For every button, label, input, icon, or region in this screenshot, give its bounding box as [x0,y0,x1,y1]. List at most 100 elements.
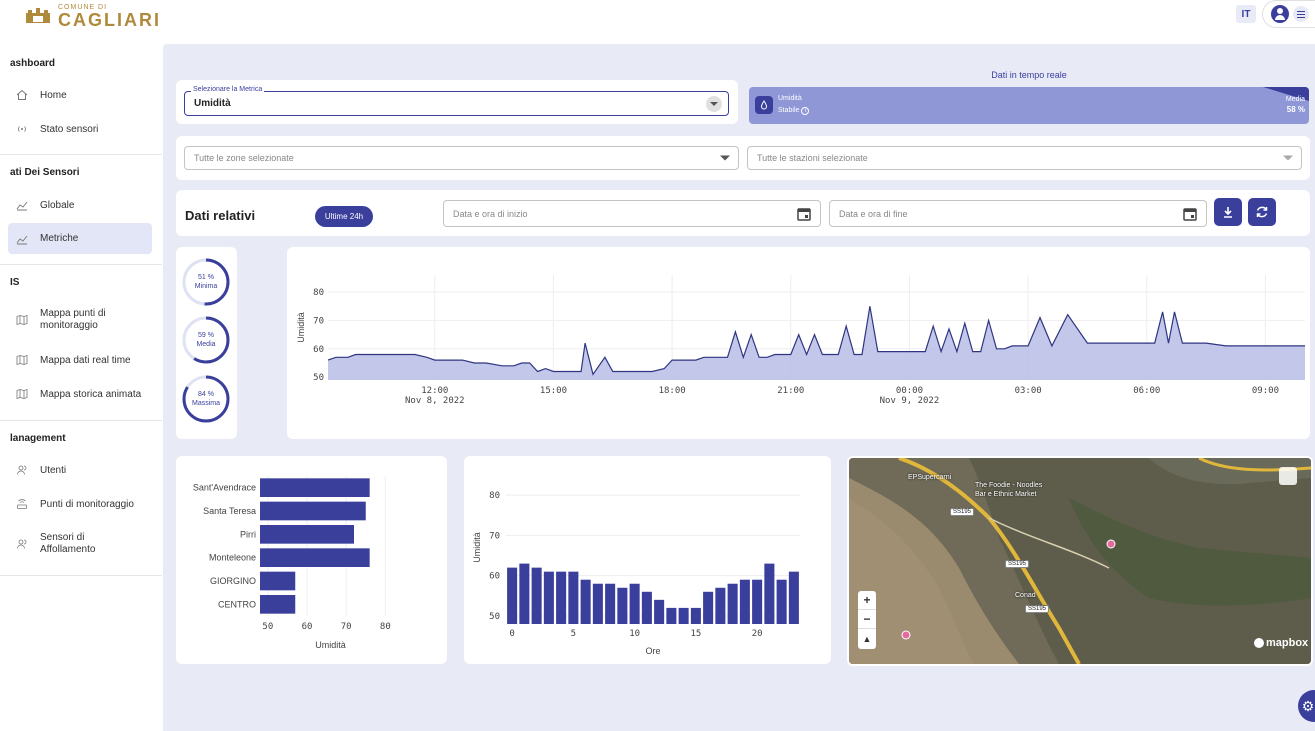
bar [764,563,775,624]
end-date-placeholder: Data e ora di fine [839,208,908,219]
zones-select-placeholder: Tutte le zone selezionate [194,153,294,163]
chart-icon [16,233,28,245]
last-24h-chip[interactable]: Ultime 24h [315,206,373,227]
zones-select[interactable]: Tutte le zone selezionate [184,146,739,170]
calendar-icon[interactable] [1182,206,1198,222]
x-tick-label: 18:00 [659,386,686,396]
metric-select[interactable]: Selezionare la Metrica Umidità [184,86,729,116]
timeseries-chart[interactable]: 12:00Nov 8, 2022 15:00 18:00 21:00 00:00Nov … [287,247,1310,439]
user-menu[interactable] [1262,0,1315,28]
sidebar-item-metriche[interactable]: Metriche [8,223,152,254]
refresh-button[interactable] [1248,198,1276,226]
sidebar-divider [0,264,162,265]
gauge-value: 51 % [198,274,214,281]
y-tick-label: 80 [313,288,324,298]
gauge-value: 84 % [198,391,214,398]
gear-icon: ⚙ [1301,697,1315,714]
router-icon [16,498,28,510]
avatar-icon[interactable] [1271,5,1289,23]
map-icon [16,354,28,366]
calendar-icon[interactable] [796,206,812,222]
mapbox-logo: mapbox [1254,637,1308,649]
gauge-label: 84 % Massima [182,390,230,408]
sidebar-item-label: Mappa punti di monitoraggio [40,308,106,331]
bar [543,571,554,624]
compass-icon[interactable]: ▲ [858,629,876,648]
chevron-down-icon[interactable] [720,155,730,161]
chevron-down-icon[interactable] [706,96,722,112]
x-tick-label: 50 [262,622,273,632]
sidebar-section-dati-sensori: ati Dei Sensori [10,167,80,178]
info-icon[interactable]: i [801,107,810,115]
zones-bar-chart[interactable]: 50 60 70 80 Sant'Avendrace Santa Teresa Pirri M… [176,456,447,664]
zoom-in-button[interactable]: + [858,591,876,610]
y-axis-label: Umidità [472,532,482,563]
map-imagery [849,458,1311,664]
sidebar-item-sensori-affollamento[interactable]: Sensori di Affollamento [8,531,152,557]
sidebar-item-label: Sensori di Affollamento [40,532,96,555]
stations-select[interactable]: Tutte le stazioni selezionate [747,146,1302,170]
bar [580,579,591,624]
bar [260,571,296,591]
sidebar-item-mappa-real-time[interactable]: Mappa dati real time [8,353,152,367]
sidebar-item-globale[interactable]: Globale [8,198,152,212]
gauge-label: 59 % Media [182,331,230,349]
x-axis-label: Ore [645,646,660,656]
bar [629,583,640,624]
start-date-field[interactable]: Data e ora di inizio [443,200,821,227]
realtime-status: Stabile i [778,107,810,115]
x-tick-label: 06:00 [1133,386,1160,396]
x-tick-label: 00:00 [896,386,923,396]
mapbox-icon [1254,638,1264,648]
sidebar-item-home[interactable]: Home [8,88,152,102]
map-place-label: Conad [1015,592,1036,599]
download-button[interactable] [1214,198,1242,226]
bar [507,567,518,624]
y-tick-label: 70 [489,531,500,541]
sidebar-item-utenti[interactable]: Utenti [8,463,152,477]
top-bar: COMUNE DI CAGLIARI IT [0,0,1315,32]
x-tick-label: 5 [571,629,576,639]
layers-icon[interactable] [1279,467,1297,485]
x-axis-label: Umidità [315,640,346,650]
sidebar-divider [0,154,162,155]
end-date-field[interactable]: Data e ora di fine [829,200,1207,227]
hourly-bar-chart[interactable]: 50 60 70 80 0 5 10 15 20 Ore Umidità [464,456,831,664]
gauge-caption: Massima [191,400,220,407]
sidebar-item-label: Metriche [40,233,79,244]
hamburger-menu-icon[interactable] [1293,6,1309,22]
category-label: Santa Teresa [203,506,256,516]
realtime-media-label: Media [1285,96,1305,103]
y-tick-label: 60 [489,572,500,582]
y-tick-label: 50 [489,612,500,622]
bar [260,525,354,544]
sidebar-item-label: Globale [40,199,75,211]
sidebar-item-stato-sensori[interactable]: Stato sensori [8,122,152,136]
realtime-card[interactable]: Umidità Stabile i Media 58 % [749,87,1309,124]
realtime-metric-name: Umidità [778,95,802,102]
map-icon [16,314,28,326]
bar [605,583,616,624]
sidebar-item-label: Utenti [40,464,67,476]
x-tick-sublabel: Nov 9, 2022 [880,396,940,406]
category-label: Monteleone [209,553,256,563]
sidebar-item-mappa-storica[interactable]: Mappa storica animata [8,387,152,401]
zoom-out-button[interactable]: − [858,610,876,629]
bar [617,587,628,624]
gauge-caption: Minima [194,283,218,290]
y-tick-label: 50 [313,373,324,383]
download-icon [1224,207,1232,218]
language-button[interactable]: IT [1236,5,1256,23]
cagliari-logo[interactable]: COMUNE DI CAGLIARI [24,4,161,29]
stat-gauge: 51 % Minima [182,258,230,306]
metric-select-value: Umidità [194,98,231,109]
chevron-down-icon[interactable] [1283,155,1293,161]
sidebar-item-mappa-punti[interactable]: Mappa punti di monitoraggio [8,307,152,333]
signal-icon [16,123,28,135]
sidebar-section-gis: IS [10,277,20,288]
category-label: CENTRO [218,599,256,609]
satellite-map[interactable] [849,458,1311,664]
sidebar-divider [0,420,162,421]
bar [556,571,567,624]
sidebar-item-punti-monitoraggio[interactable]: Punti di monitoraggio [8,497,152,511]
